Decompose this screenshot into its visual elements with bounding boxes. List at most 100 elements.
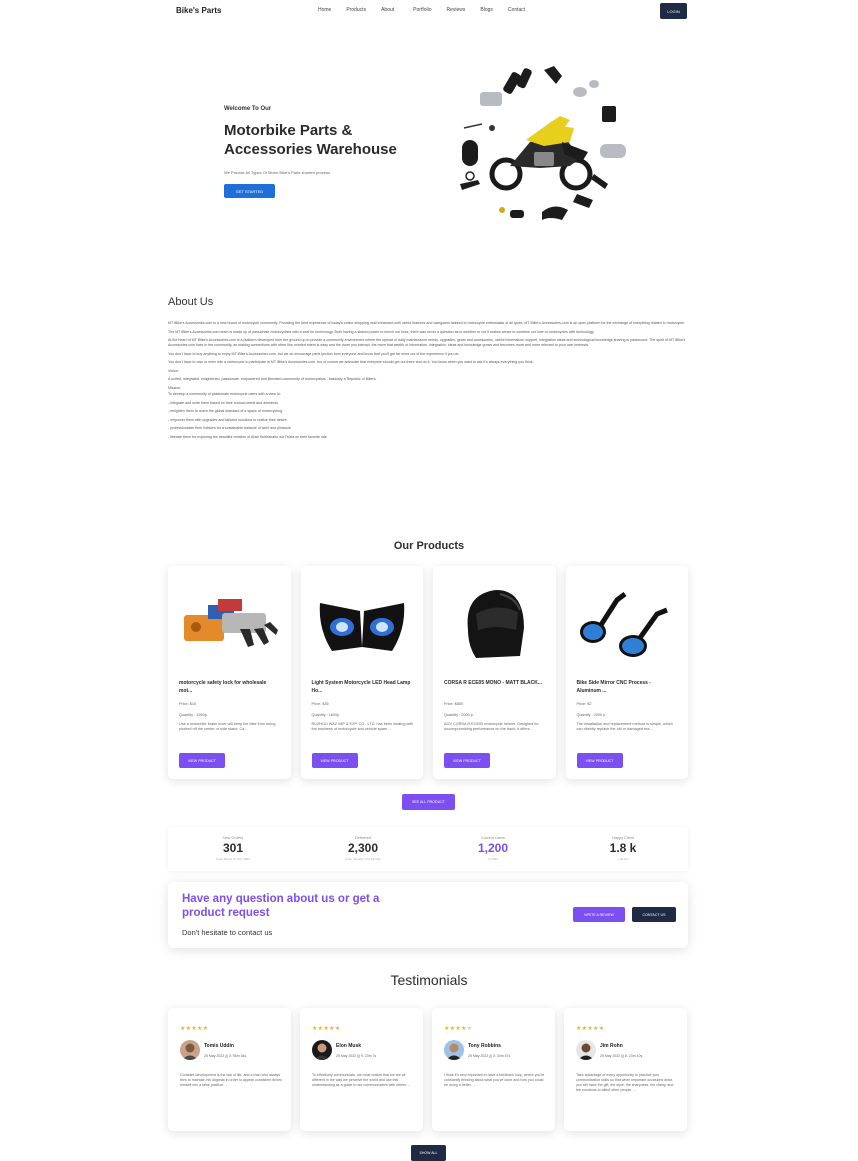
mission-text: To develop a community of passionate mot… bbox=[168, 392, 281, 396]
view-product-button[interactable]: VIEW PRODUCT bbox=[576, 753, 623, 768]
view-product-button[interactable]: VIEW PRODUCT bbox=[444, 753, 490, 768]
testimonial-card: ★★★★★ Jim Rohn 25 May 2022 ||| 8: 23m 10… bbox=[564, 1008, 687, 1131]
cta-question: Have any question about us or get a prod… bbox=[182, 893, 380, 919]
product-grid: motorcycle safety lock for wholesale mot… bbox=[168, 566, 688, 779]
stats-bar: New Orders 301 From March To July 2022 D… bbox=[168, 827, 688, 871]
stat-note: From March To July 2022 bbox=[216, 857, 250, 861]
review-date: 25 May 2022 ||| 3: 56m 34s bbox=[204, 1054, 247, 1058]
avatar bbox=[312, 1040, 332, 1060]
review-date: 25 May 2022 ||| 3: 34m 47s bbox=[468, 1054, 511, 1058]
review-date: 25 May 2022 ||| 9: 23m 7s bbox=[336, 1054, 377, 1058]
vision-heading: Vision: bbox=[168, 368, 179, 373]
product-name: motorcycle safety lock for wholesale mot… bbox=[179, 680, 267, 694]
product-name: CORSA R ECE05 MONO - MATT BLACK... bbox=[444, 680, 543, 686]
about-title: About Us bbox=[168, 296, 214, 308]
contact-us-button[interactable]: CONTACT US bbox=[632, 907, 676, 922]
vision-text: A united, integrated, enlightened, passi… bbox=[168, 377, 377, 381]
star-rating: ★★★★★ bbox=[312, 1026, 341, 1032]
write-review-button[interactable]: WRITE A REVIEW bbox=[573, 907, 625, 922]
stat-value: 1,200 bbox=[477, 841, 509, 855]
nav-link-products[interactable]: Products bbox=[346, 7, 366, 13]
testimonials-title: Testimonials bbox=[390, 972, 468, 988]
stat-label: Current Users bbox=[481, 836, 505, 840]
nav-link-home[interactable]: Home bbox=[318, 7, 331, 13]
star-rating: ★★★★★ bbox=[444, 1026, 473, 1032]
about-paragraph: The MT iBike's Accessories.com team is m… bbox=[168, 329, 595, 334]
view-product-button[interactable]: VIEW PRODUCT bbox=[179, 753, 225, 768]
review-text: Take advantage of every opportunity to p… bbox=[576, 1073, 674, 1092]
product-quantity: Quantity : 2000 p bbox=[576, 713, 606, 717]
show-all-testimonials-button[interactable]: SHOW ALL bbox=[411, 1145, 446, 1161]
nav-link-reviews[interactable]: Reviews bbox=[447, 7, 466, 13]
review-text: To effectively communicate, we must real… bbox=[312, 1073, 412, 1087]
contact-cta-card: Have any question about us or get a prod… bbox=[168, 882, 688, 948]
nav-link-about[interactable]: About bbox=[381, 7, 394, 13]
product-description: RUZHOU WAZ IMP & EXP. CO., LTD. has been… bbox=[311, 722, 414, 731]
lock-set-image bbox=[183, 598, 278, 647]
mission-item: - enlighten them to reach the global sta… bbox=[168, 409, 283, 413]
nav-link-blogs[interactable]: Blogs bbox=[480, 7, 493, 13]
product-quantity: Quantity : 1950p bbox=[179, 713, 207, 717]
mission-item: - empower them with upgrades and tailore… bbox=[168, 417, 287, 422]
reviewer-name: Tomis Uddin bbox=[204, 1043, 234, 1049]
product-description: The installation and replacement method … bbox=[576, 722, 673, 731]
stat-label: New Orders bbox=[222, 836, 244, 840]
stat-note: From January To 6 Months bbox=[345, 857, 381, 861]
about-paragraph: You don't have to buy anything to enjoy … bbox=[168, 351, 460, 356]
stat-label: Happy Client bbox=[612, 836, 634, 840]
motorbike-parts-collage-image bbox=[460, 66, 626, 220]
about-paragraph: You don't have to own or even ride a mot… bbox=[168, 360, 534, 364]
nav-link-portfolio[interactable]: Portfolio bbox=[413, 7, 431, 13]
product-image bbox=[309, 576, 416, 671]
product-name: Light System Motorcycle LED Head Lamp Ho… bbox=[311, 680, 411, 694]
product-name: Bike Side Mirror CNC Process - Aluminum … bbox=[576, 680, 651, 694]
stat-new-orders: New Orders 301 From March To July 2022 bbox=[168, 827, 298, 871]
testimonial-card: ★★★★★ Tony Robbins 25 May 2022 ||| 3: 34… bbox=[432, 1008, 555, 1131]
headlamp-image bbox=[319, 602, 405, 651]
stat-value: 301 bbox=[222, 841, 244, 855]
hero-welcome: Welcome To Our bbox=[224, 106, 272, 112]
stat-label: Delivered bbox=[354, 836, 372, 840]
product-quantity: Quantity : 2000 p bbox=[444, 713, 473, 717]
stat-value: 1.8 k bbox=[609, 841, 637, 855]
review-date: 25 May 2022 ||| 8: 23m 10s bbox=[600, 1054, 643, 1058]
get-started-button[interactable]: GET STARTED bbox=[224, 184, 275, 198]
avatar bbox=[444, 1040, 464, 1060]
see-all-products-button[interactable]: SEE ALL PRODUCT bbox=[402, 794, 455, 810]
hero-title: Motorbike Parts & Accessories Warehouse bbox=[224, 122, 397, 158]
review-text: I think it's very important to have a fe… bbox=[444, 1073, 545, 1087]
mirror-image bbox=[580, 591, 668, 657]
view-product-button[interactable]: VIEW PRODUCT bbox=[311, 753, 358, 768]
avatar bbox=[180, 1040, 200, 1060]
product-quantity: Quantity : 1600p bbox=[311, 713, 340, 717]
product-image bbox=[176, 576, 283, 671]
stat-delivered: Delivered 2,300 From January To 6 Months bbox=[298, 827, 428, 871]
testimonial-grid: ★★★★★ Tomis Uddin 25 May 2022 ||| 3: 56m… bbox=[168, 1008, 688, 1131]
cta-subtext: Don't hesitate to contact us bbox=[182, 928, 273, 937]
about-paragraph: At the heart of MT iBike's Accessories.c… bbox=[168, 338, 686, 347]
product-price: Price: $850 bbox=[444, 702, 464, 706]
nav-menu: Home Products About Portfolio Reviews Bl… bbox=[318, 7, 540, 13]
review-text: Constant development is the law of life,… bbox=[180, 1073, 282, 1087]
mission-item: - integrate and unite them based on thei… bbox=[168, 400, 279, 405]
testimonial-card: ★★★★★ Tomis Uddin 25 May 2022 ||| 3: 56m… bbox=[168, 1008, 291, 1131]
brand-logo[interactable]: Bike's Parts bbox=[176, 6, 221, 15]
product-image bbox=[574, 576, 681, 671]
product-description: Use a motorbike brake lever will keep th… bbox=[179, 722, 276, 731]
hero-subtitle: We Provide All Types Of Motor Bike's Par… bbox=[224, 170, 330, 175]
reviewer-name: Elon Musk bbox=[336, 1043, 362, 1049]
about-body: MT iBike's Accessories.com is a new bran… bbox=[168, 321, 688, 443]
avatar bbox=[576, 1040, 596, 1060]
about-paragraph: MT iBike's Accessories.com is a new bran… bbox=[168, 321, 686, 325]
reviewer-name: Jim Rohn bbox=[600, 1043, 623, 1049]
mission-item: - liberate them for exploring the beauti… bbox=[168, 434, 327, 439]
nav-link-contact[interactable]: Contact bbox=[508, 7, 525, 13]
stat-value: 2,300 bbox=[347, 841, 379, 855]
login-button[interactable]: LOGIN bbox=[660, 3, 687, 19]
product-description: AGV CORSA R ECE05 motorcycle helmet. Des… bbox=[444, 722, 539, 731]
mission-item: - professionalize their hobbies for a su… bbox=[168, 426, 292, 430]
product-card: Light System Motorcycle LED Head Lamp Ho… bbox=[300, 566, 423, 779]
testimonial-card: ★★★★★ Elon Musk 25 May 2022 ||| 9: 23m 7… bbox=[300, 1008, 423, 1131]
mission-heading: Mission: bbox=[168, 385, 182, 390]
stat-current-users: Current Users 1,200 In 2022 bbox=[428, 827, 558, 871]
